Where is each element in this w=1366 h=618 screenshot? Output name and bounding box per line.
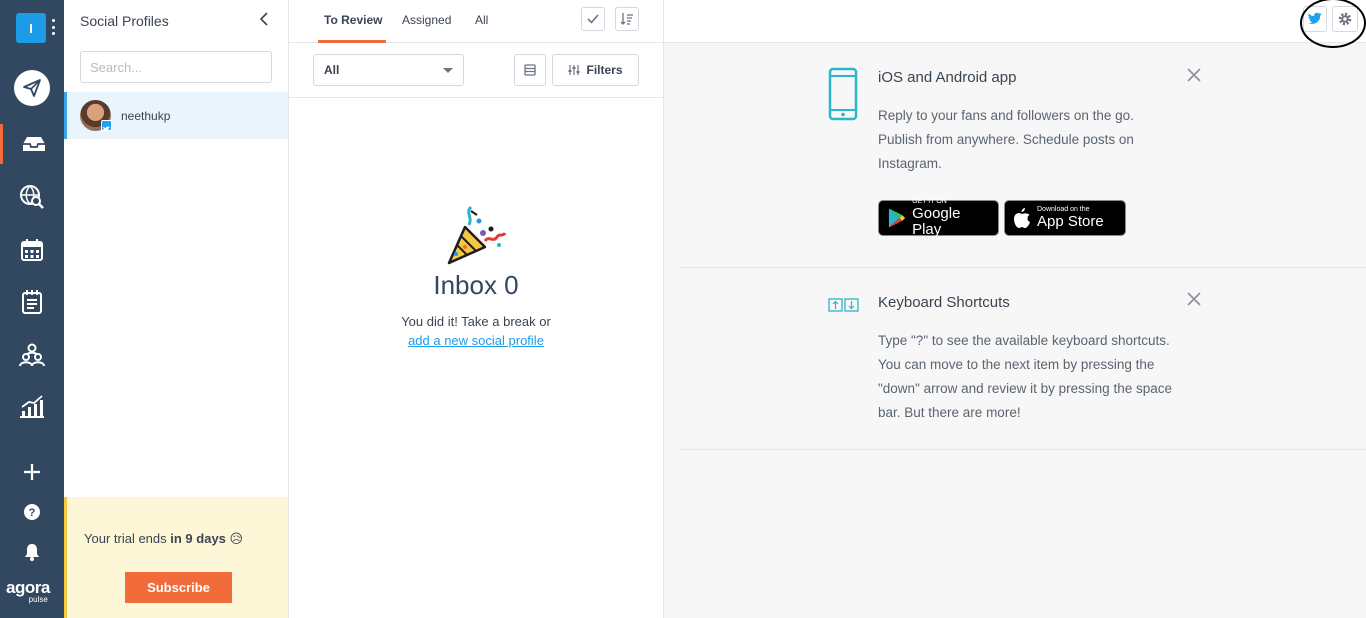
help-icon[interactable]: ? — [0, 492, 64, 532]
profile-item-neethukp[interactable]: neethukp — [64, 92, 288, 139]
right-topbar — [664, 0, 1366, 48]
google-play-icon — [888, 208, 906, 228]
list-view-button[interactable] — [514, 54, 546, 86]
list-icon — [524, 64, 536, 76]
trial-banner: Your trial ends in 9 days 😥 Subscribe — [64, 497, 288, 618]
google-play-big: Google Play — [912, 205, 961, 238]
agorapulse-logo: agora pulse — [6, 578, 50, 604]
notepad-icon[interactable] — [0, 282, 64, 322]
card-divider — [680, 449, 1366, 450]
apple-icon — [1014, 208, 1030, 228]
filters-button[interactable]: Filters — [552, 54, 639, 86]
inbox-tabs: To Review Assigned All — [289, 0, 663, 43]
reports-chart-icon[interactable] — [0, 387, 64, 427]
sort-button[interactable] — [615, 7, 639, 31]
twitter-profile-button[interactable] — [1303, 6, 1327, 32]
smartphone-icon — [828, 67, 858, 126]
filter-select[interactable]: All — [313, 54, 464, 86]
inbox-column: To Review Assigned All All Filters Inbox… — [289, 0, 664, 618]
globe-search-icon[interactable] — [0, 177, 64, 217]
tab-assigned[interactable]: Assigned — [402, 13, 451, 27]
twitter-icon — [1308, 12, 1322, 24]
sad-emoji-icon: 😥 — [229, 531, 244, 546]
filters-label: Filters — [586, 63, 623, 77]
inbox-zero-message: You did it! Take a break or — [401, 314, 551, 329]
left-nav: I ? agora pulse — [0, 0, 64, 618]
party-popper-icon — [443, 205, 507, 269]
card-title: Keyboard Shortcuts — [878, 294, 1010, 311]
workspace-menu-icon[interactable] — [52, 19, 56, 35]
close-icon[interactable] — [1186, 291, 1202, 307]
right-panel: iOS and Android app Reply to your fans a… — [664, 0, 1366, 618]
profile-name: neethukp — [121, 109, 171, 123]
arrow-keys-icon — [828, 298, 860, 317]
inbox-zero-title: Inbox 0 — [433, 270, 519, 300]
social-profiles-panel: Social Profiles neethukp Your trial ends… — [64, 0, 289, 618]
card-body: Reply to your fans and followers on the … — [878, 108, 1134, 171]
twitter-badge-icon — [101, 120, 112, 132]
inbox-toolbar: All Filters — [289, 43, 663, 98]
tab-to-review[interactable]: To Review — [324, 13, 382, 27]
svg-text:?: ? — [29, 507, 36, 519]
gear-icon — [1338, 12, 1352, 26]
card-title: iOS and Android app — [878, 69, 1017, 86]
chevron-down-icon — [443, 67, 453, 73]
mobile-app-card: iOS and Android app Reply to your fans a… — [680, 43, 1366, 268]
profile-search-input[interactable] — [80, 51, 272, 83]
trial-days: in 9 days — [170, 531, 226, 546]
app-store-button[interactable]: Download on the App Store — [1004, 200, 1126, 236]
google-play-button[interactable]: GET IT ON Google Play — [878, 198, 999, 238]
trial-prefix: Your trial ends — [84, 531, 167, 546]
chevron-left-icon[interactable] — [257, 11, 271, 27]
plus-icon[interactable] — [0, 452, 64, 492]
sliders-icon — [568, 65, 580, 75]
app-store-big: App Store — [1037, 213, 1104, 230]
subscribe-button[interactable]: Subscribe — [125, 572, 232, 603]
compose-icon[interactable] — [14, 70, 50, 106]
keyboard-shortcuts-card: Keyboard Shortcuts Type "?" to see the a… — [680, 268, 1366, 450]
checkmark-icon — [587, 14, 599, 24]
card-body: Type "?" to see the available keyboard s… — [878, 333, 1172, 420]
mark-reviewed-button[interactable] — [581, 7, 605, 31]
add-social-profile-link[interactable]: add a new social profile — [289, 333, 663, 348]
trial-text: Your trial ends in 9 days 😥 — [84, 531, 243, 547]
filter-select-value: All — [324, 63, 340, 77]
team-icon[interactable] — [0, 335, 64, 375]
inbox-icon[interactable] — [0, 124, 64, 164]
settings-button[interactable] — [1332, 6, 1358, 32]
calendar-icon[interactable] — [0, 230, 64, 270]
bell-icon[interactable] — [0, 532, 64, 572]
tab-all[interactable]: All — [475, 13, 488, 27]
workspace-logo[interactable]: I — [16, 13, 46, 43]
panel-title: Social Profiles — [80, 13, 169, 29]
close-icon[interactable] — [1186, 67, 1202, 83]
sort-icon — [620, 13, 633, 25]
